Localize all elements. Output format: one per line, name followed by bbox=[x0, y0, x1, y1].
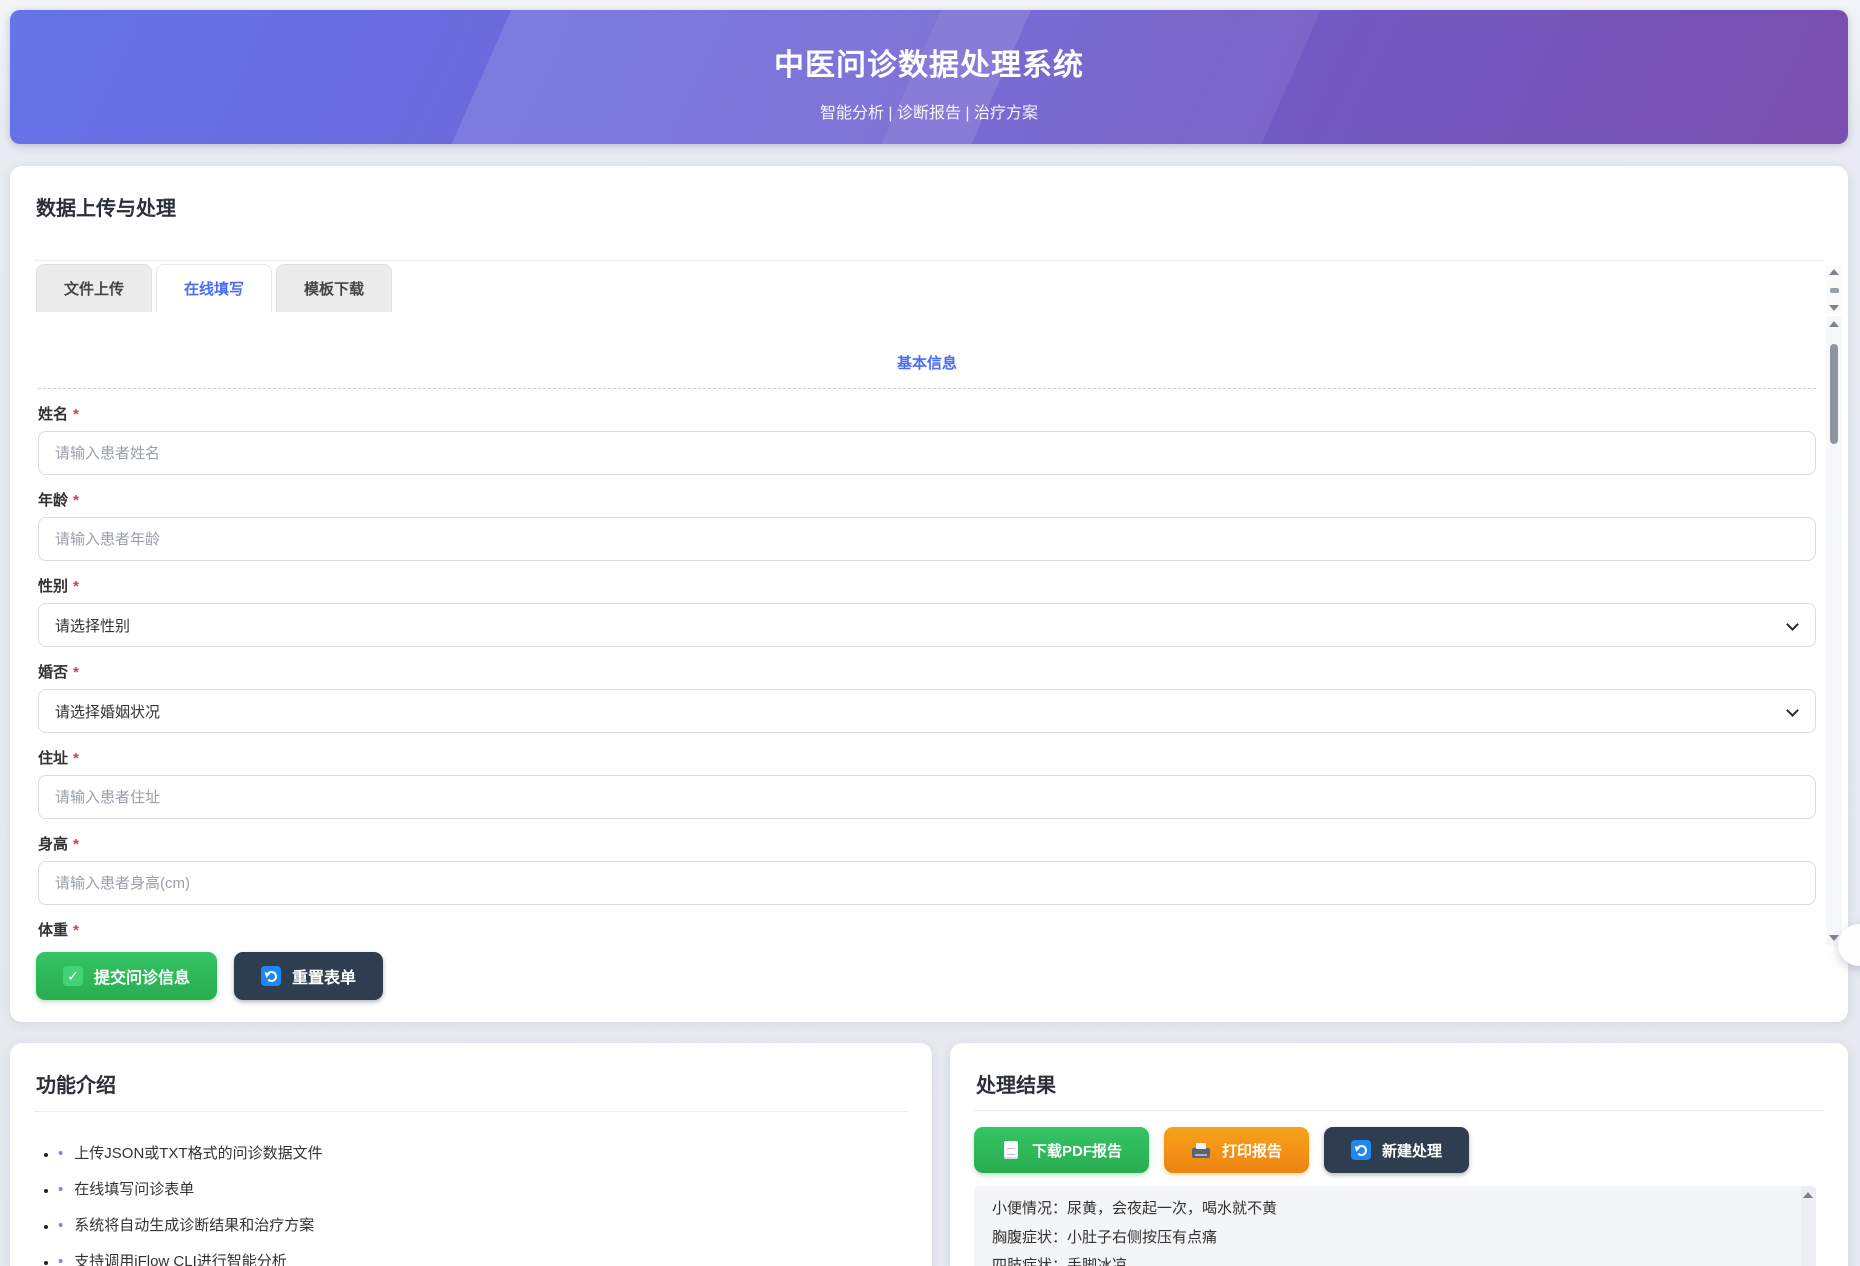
app-title: 中医问诊数据处理系统 bbox=[10, 40, 1848, 84]
name-input[interactable] bbox=[38, 431, 1816, 475]
tab-template-download[interactable]: 模板下载 bbox=[276, 264, 392, 312]
app-subtitle: 智能分析 | 诊断报告 | 治疗方案 bbox=[10, 99, 1848, 123]
scroll-up-icon[interactable] bbox=[1803, 1192, 1813, 1198]
print-report-button[interactable]: 打印报告 bbox=[1164, 1127, 1309, 1173]
data-upload-card: 数据上传与处理 文件上传 在线填写 模板下载 基本信息 姓名 年龄 性别 请选择… bbox=[10, 166, 1848, 1022]
field-label-marital: 婚否 bbox=[38, 661, 1824, 682]
divider bbox=[974, 1110, 1824, 1111]
form-action-buttons: ✓ 提交问诊信息 重置表单 bbox=[36, 952, 383, 1000]
tabstrip-scrollbar[interactable] bbox=[1826, 266, 1842, 314]
submit-consultation-button[interactable]: ✓ 提交问诊信息 bbox=[36, 952, 217, 1000]
field-label-gender: 性别 bbox=[38, 575, 1824, 596]
features-card-title: 功能介绍 bbox=[36, 1069, 116, 1098]
address-input[interactable] bbox=[38, 775, 1816, 819]
result-line: 小便情况：尿黄，会夜起一次，喝水就不黄 bbox=[992, 1195, 1814, 1224]
age-input[interactable] bbox=[38, 517, 1816, 561]
field-label-height: 身高 bbox=[38, 833, 1824, 854]
document-icon bbox=[1001, 1140, 1021, 1160]
online-form-scroll-area[interactable]: 基本信息 姓名 年龄 性别 请选择性别 婚否 请选择婚姻状况 住址 身高 体重 bbox=[12, 316, 1824, 944]
results-card: 处理结果 下载PDF报告 打印报告 新建处理 小便情况：尿黄，会夜起一次，喝水就… bbox=[950, 1043, 1848, 1266]
print-report-label: 打印报告 bbox=[1222, 1140, 1282, 1161]
marital-select-value: 请选择婚姻状况 bbox=[55, 701, 160, 722]
dashed-divider bbox=[38, 388, 1816, 389]
results-card-title: 处理结果 bbox=[976, 1069, 1056, 1098]
result-line: 四肢症状：手脚冰凉 bbox=[992, 1252, 1814, 1266]
marital-status-select[interactable]: 请选择婚姻状况 bbox=[38, 689, 1816, 733]
tab-file-upload[interactable]: 文件上传 bbox=[36, 264, 152, 312]
submit-button-label: 提交问诊信息 bbox=[94, 964, 190, 988]
new-process-button[interactable]: 新建处理 bbox=[1324, 1127, 1469, 1173]
gender-select-value: 请选择性别 bbox=[55, 615, 130, 636]
upload-card-title: 数据上传与处理 bbox=[36, 192, 176, 221]
result-action-buttons: 下载PDF报告 打印报告 新建处理 bbox=[974, 1127, 1469, 1173]
reset-form-button[interactable]: 重置表单 bbox=[234, 952, 383, 1000]
download-pdf-label: 下载PDF报告 bbox=[1032, 1140, 1122, 1161]
download-pdf-button[interactable]: 下载PDF报告 bbox=[974, 1127, 1149, 1173]
field-label-name: 姓名 bbox=[38, 403, 1824, 424]
scroll-up-icon[interactable] bbox=[1829, 269, 1839, 275]
field-label-weight: 体重 bbox=[38, 919, 1824, 940]
check-icon: ✓ bbox=[63, 966, 83, 986]
upload-tabs: 文件上传 在线填写 模板下载 bbox=[36, 264, 392, 312]
list-item: 上传JSON或TXT格式的问诊数据文件 bbox=[58, 1142, 323, 1163]
feature-list: 上传JSON或TXT格式的问诊数据文件 在线填写问诊表单 系统将自动生成诊断结果… bbox=[40, 1127, 323, 1266]
app-header-banner: 中医问诊数据处理系统 智能分析 | 诊断报告 | 治疗方案 bbox=[10, 10, 1848, 144]
scroll-up-icon[interactable] bbox=[1829, 321, 1839, 327]
list-item: 系统将自动生成诊断结果和治疗方案 bbox=[58, 1214, 323, 1235]
chevron-down-icon bbox=[1786, 618, 1799, 631]
result-line: 胸腹症状：小肚子右侧按压有点痛 bbox=[992, 1224, 1814, 1253]
new-process-label: 新建处理 bbox=[1382, 1140, 1442, 1161]
refresh-icon bbox=[261, 966, 281, 986]
field-label-age: 年龄 bbox=[38, 489, 1824, 510]
list-item: 支持调用iFlow CLI进行智能分析 bbox=[58, 1250, 323, 1266]
section-title-basic-info: 基本信息 bbox=[38, 352, 1816, 373]
field-label-address: 住址 bbox=[38, 747, 1824, 768]
tab-online-form[interactable]: 在线填写 bbox=[156, 264, 272, 312]
result-output-box[interactable]: 小便情况：尿黄，会夜起一次，喝水就不黄 胸腹症状：小肚子右侧按压有点痛 四肢症状… bbox=[974, 1186, 1816, 1266]
chevron-down-icon bbox=[1786, 704, 1799, 717]
divider bbox=[34, 260, 1824, 261]
list-item: 在线填写问诊表单 bbox=[58, 1178, 323, 1199]
form-scrollbar[interactable] bbox=[1826, 316, 1842, 946]
scroll-down-icon[interactable] bbox=[1829, 305, 1839, 311]
result-scrollbar[interactable] bbox=[1801, 1186, 1816, 1266]
refresh-icon bbox=[1351, 1140, 1371, 1160]
reset-button-label: 重置表单 bbox=[292, 964, 356, 988]
gender-select[interactable]: 请选择性别 bbox=[38, 603, 1816, 647]
scrollbar-thumb[interactable] bbox=[1830, 344, 1838, 444]
divider bbox=[34, 1111, 908, 1112]
height-input[interactable] bbox=[38, 861, 1816, 905]
features-card: 功能介绍 上传JSON或TXT格式的问诊数据文件 在线填写问诊表单 系统将自动生… bbox=[10, 1043, 932, 1266]
printer-icon bbox=[1191, 1140, 1211, 1160]
scrollbar-thumb[interactable] bbox=[1830, 288, 1839, 293]
